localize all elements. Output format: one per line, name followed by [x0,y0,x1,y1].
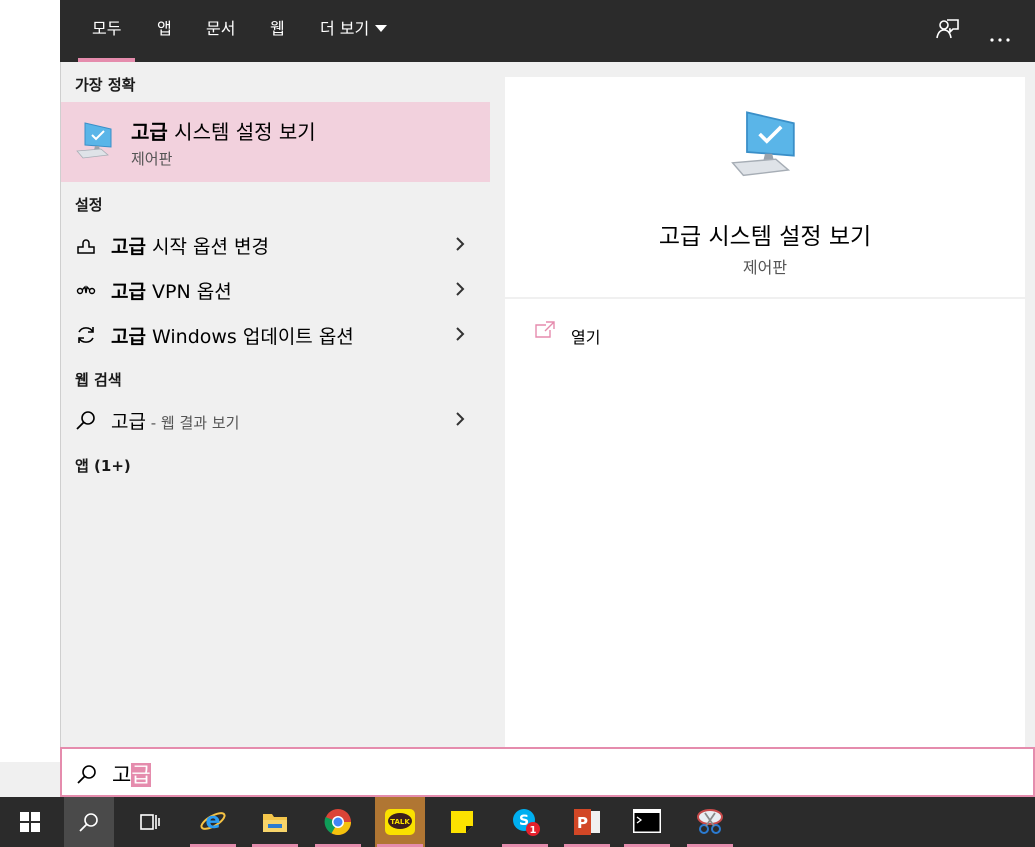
kakaotalk-icon-label: TALK [390,818,410,826]
search-icon [76,411,95,430]
settings-result-windows-update-highlight: 고급 [111,326,146,348]
tab-all-label: 모두 [92,19,122,38]
task-view-icon [140,814,160,830]
search-input[interactable]: 고급 [112,759,151,789]
open-action[interactable]: 열기 [505,299,1025,359]
best-match-header: 가장 정확 [75,76,136,94]
search-typed-text: 고 [112,763,132,787]
feedback-button[interactable] [936,18,960,44]
tab-apps-label: 앱 [157,19,172,38]
settings-result-vpn[interactable]: 고급 VPN 옵션 [61,267,490,312]
preview-panel: 고급 시스템 설정 보기 제어판 열기 [490,62,1035,747]
web-search-header: 웹 검색 [75,371,122,389]
taskbar-search-button[interactable] [64,797,114,847]
chevron-right-icon[interactable] [453,236,467,252]
computer-monitor-icon [76,122,112,159]
web-search-query: 고급 [111,411,146,433]
desktop-left-strip [0,0,61,797]
web-search-suffix: - 웹 결과 보기 [145,414,240,432]
search-icon [79,813,98,832]
best-match-highlight: 고급 [131,120,168,144]
tab-web-label: 웹 [270,19,285,38]
tab-apps[interactable]: 앱 [157,0,172,62]
settings-result-vpn-rest: VPN 옵션 [145,281,232,303]
snipping-tool-icon [697,809,723,834]
skype-icon: S 1 [513,809,540,836]
windows-start-icon [20,812,40,832]
tab-all[interactable]: 모두 [77,0,137,62]
svg-text:e: e [206,809,221,834]
sync-icon [78,327,94,343]
settings-result-windows-update[interactable]: 고급 Windows 업데이트 옵션 [61,312,490,357]
settings-result-startup-label: 고급 시작 옵션 변경 [111,232,269,259]
open-external-icon [535,321,555,338]
settings-result-vpn-highlight: 고급 [111,281,146,303]
snipping-tool-button[interactable] [685,797,735,847]
apps-header[interactable]: 앱 (1+) [75,455,131,476]
best-match-subtitle: 제어판 [131,150,173,168]
settings-result-vpn-label: 고급 VPN 옵션 [111,277,232,304]
powerpoint-button[interactable]: P [562,797,612,847]
internet-explorer-button[interactable]: e [188,797,238,847]
feedback-icon [936,19,959,39]
more-options-button[interactable] [990,27,1010,46]
taskbar: e TALK S 1 P [0,797,1035,847]
web-search-result-label: 고급 - 웹 결과 보기 [111,407,239,434]
settings-result-startup[interactable]: 고급 시작 옵션 변경 [61,222,490,267]
settings-result-startup-rest: 시작 옵션 변경 [145,236,269,258]
desktop-left-strip-bottom [0,762,60,797]
preview-title: 고급 시스템 설정 보기 [658,224,872,250]
kakaotalk-button[interactable]: TALK [375,797,425,847]
search-icon [77,765,96,784]
chevron-right-icon[interactable] [453,326,467,342]
tab-more[interactable]: 더 보기 [320,0,388,62]
powerpoint-icon: P [574,809,600,835]
tab-documents-label: 문서 [206,19,236,38]
recovery-icon [77,239,95,254]
vpn-icon [76,285,96,295]
results-list-panel: 가장 정확 고급 시스템 설정 보기 제어판 설정 고급 시작 옵션 변경 고급… [61,62,490,747]
settings-result-windows-update-label: 고급 Windows 업데이트 옵션 [111,322,354,349]
settings-result-windows-update-rest: Windows 업데이트 옵션 [145,326,354,348]
best-match-result[interactable]: 고급 시스템 설정 보기 제어판 [61,102,490,182]
command-prompt-button[interactable] [622,797,672,847]
search-box[interactable]: 고급 [60,747,1035,797]
search-composing-text: 급 [131,763,151,787]
settings-header: 설정 [75,196,103,214]
preview-subtitle: 제어판 [742,258,788,277]
chevron-right-icon[interactable] [453,281,467,297]
preview-card: 고급 시스템 설정 보기 제어판 [505,77,1025,297]
open-action-label: 열기 [571,328,601,347]
web-search-result[interactable]: 고급 - 웹 결과 보기 [61,397,490,442]
file-explorer-icon [263,814,287,832]
tab-more-label: 더 보기 [320,19,370,38]
computer-monitor-icon [731,111,795,177]
powerpoint-icon-label: P [577,814,588,832]
command-prompt-icon [633,809,661,833]
task-view-button[interactable] [125,797,175,847]
sticky-notes-button[interactable] [437,797,487,847]
chrome-icon [324,809,352,836]
file-explorer-button[interactable] [250,797,300,847]
chrome-button[interactable] [313,797,363,847]
settings-result-startup-highlight: 고급 [111,236,146,258]
internet-explorer-icon: e [200,809,226,834]
chevron-right-icon[interactable] [453,411,467,427]
skype-button[interactable]: S 1 [500,797,550,847]
tab-documents[interactable]: 문서 [206,0,235,62]
search-filter-bar: 모두 앱 문서 웹 더 보기 [60,0,1035,62]
preview-actions: 열기 [505,299,1025,747]
skype-badge-count: 1 [530,825,537,836]
more-ellipsis-icon [990,38,1010,42]
best-match-title-rest: 시스템 설정 보기 [167,120,316,144]
caret-down-icon [375,25,388,32]
sticky-notes-icon [451,811,473,833]
best-match-title: 고급 시스템 설정 보기 [131,116,316,145]
kakaotalk-icon: TALK [385,809,415,835]
start-button[interactable] [5,797,55,847]
tab-web[interactable]: 웹 [270,0,285,62]
